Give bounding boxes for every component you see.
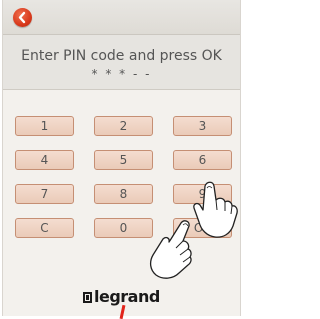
key-4[interactable]: 4 — [15, 150, 74, 170]
key-8[interactable]: 8 — [94, 184, 153, 204]
key-2[interactable]: 2 — [94, 116, 153, 136]
legrand-mark-icon — [83, 292, 92, 303]
keypad: 1 2 3 4 5 6 7 8 9 C 0 OK — [3, 0, 240, 316]
brand-logo-text: legrand — [94, 287, 160, 306]
key-1[interactable]: 1 — [15, 116, 74, 136]
key-5[interactable]: 5 — [94, 150, 153, 170]
key-9[interactable]: 9 — [173, 184, 232, 204]
key-ok[interactable]: OK — [173, 218, 232, 238]
key-6[interactable]: 6 — [173, 150, 232, 170]
key-0[interactable]: 0 — [94, 218, 153, 238]
key-7[interactable]: 7 — [15, 184, 74, 204]
intercom-panel: Enter PIN code and press OK * * * - - 1 … — [2, 0, 241, 319]
key-3[interactable]: 3 — [173, 116, 232, 136]
key-clear[interactable]: C — [15, 218, 74, 238]
brand-logo: legrand — [83, 287, 160, 306]
